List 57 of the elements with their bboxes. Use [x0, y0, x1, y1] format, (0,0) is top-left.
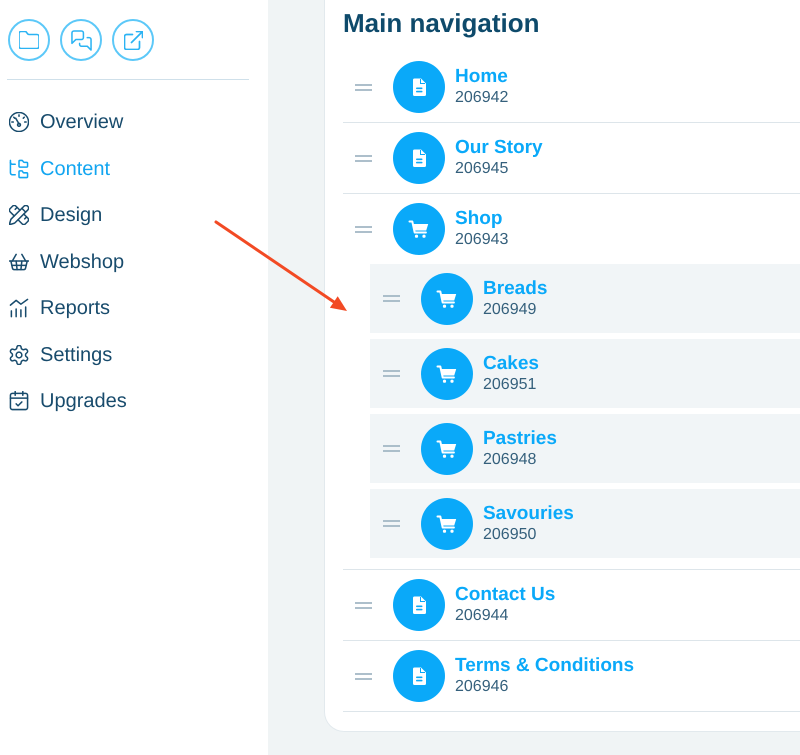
- page-id: 206948: [483, 450, 536, 470]
- page-title-link[interactable]: Our Story: [455, 137, 543, 159]
- cart-icon: [421, 422, 473, 474]
- page-id: 206944: [455, 606, 508, 626]
- folder-button[interactable]: [8, 19, 50, 61]
- drag-handle-icon[interactable]: [383, 370, 400, 377]
- sidebar-item[interactable]: Upgrades: [0, 378, 268, 424]
- page-id: 206942: [455, 88, 508, 108]
- page-title-link[interactable]: Contact Us: [455, 584, 556, 606]
- drag-handle-icon[interactable]: [355, 602, 372, 608]
- document-icon: [393, 579, 445, 631]
- cart-icon: [421, 348, 473, 400]
- sidebar-item[interactable]: Overview: [0, 99, 268, 146]
- page-title-link[interactable]: Cakes: [483, 352, 539, 374]
- page-title-link[interactable]: Shop: [455, 208, 502, 230]
- drag-handle-icon[interactable]: [383, 295, 400, 302]
- external-link-icon: [124, 30, 142, 50]
- drag-handle-icon[interactable]: [355, 154, 372, 162]
- page-title-link[interactable]: Pastries: [483, 428, 557, 450]
- page-id: 206951: [483, 374, 536, 394]
- cart-icon: [421, 498, 473, 550]
- card-title: Main navigation: [343, 7, 540, 39]
- sidebar-item[interactable]: Reports: [0, 285, 268, 332]
- cart-icon: [421, 272, 473, 324]
- page-title-link[interactable]: Savouries: [483, 502, 574, 524]
- sidebar-item[interactable]: Settings: [0, 332, 268, 378]
- document-icon: [393, 650, 445, 702]
- page-title-link[interactable]: Terms & Conditions: [455, 655, 634, 677]
- page-id: 206943: [455, 230, 508, 250]
- page-title-link[interactable]: Breads: [483, 278, 548, 300]
- drag-handle-icon[interactable]: [355, 672, 372, 680]
- bar-chart-icon: [9, 298, 29, 318]
- page-id: 206950: [483, 524, 536, 544]
- external-link-button[interactable]: [112, 19, 154, 61]
- chat-button[interactable]: [60, 19, 102, 61]
- sidebar-item[interactable]: Webshop: [0, 238, 268, 285]
- basket-icon: [9, 252, 29, 272]
- folder-icon: [19, 31, 39, 49]
- sidebar-item[interactable]: Content: [0, 146, 268, 192]
- drag-handle-icon[interactable]: [383, 445, 400, 452]
- folder-tree-icon: [9, 158, 29, 179]
- drag-handle-icon[interactable]: [355, 226, 372, 232]
- document-icon: [393, 132, 445, 184]
- drag-handle-icon[interactable]: [383, 520, 400, 527]
- gauge-icon: [9, 112, 29, 132]
- cart-icon: [393, 203, 445, 255]
- pencil-ruler-icon: [9, 205, 29, 226]
- calendar-check-icon: [9, 391, 29, 412]
- drag-handle-icon[interactable]: [355, 84, 372, 90]
- document-icon: [393, 61, 445, 113]
- chat-bubbles-icon: [70, 30, 92, 50]
- sidebar-item[interactable]: Design: [0, 192, 268, 238]
- page-title-link[interactable]: Home: [455, 66, 508, 88]
- page-id: 206949: [483, 300, 536, 320]
- page-id: 206945: [455, 159, 508, 179]
- page-id: 206946: [455, 677, 508, 697]
- settings-icon: [9, 344, 29, 365]
